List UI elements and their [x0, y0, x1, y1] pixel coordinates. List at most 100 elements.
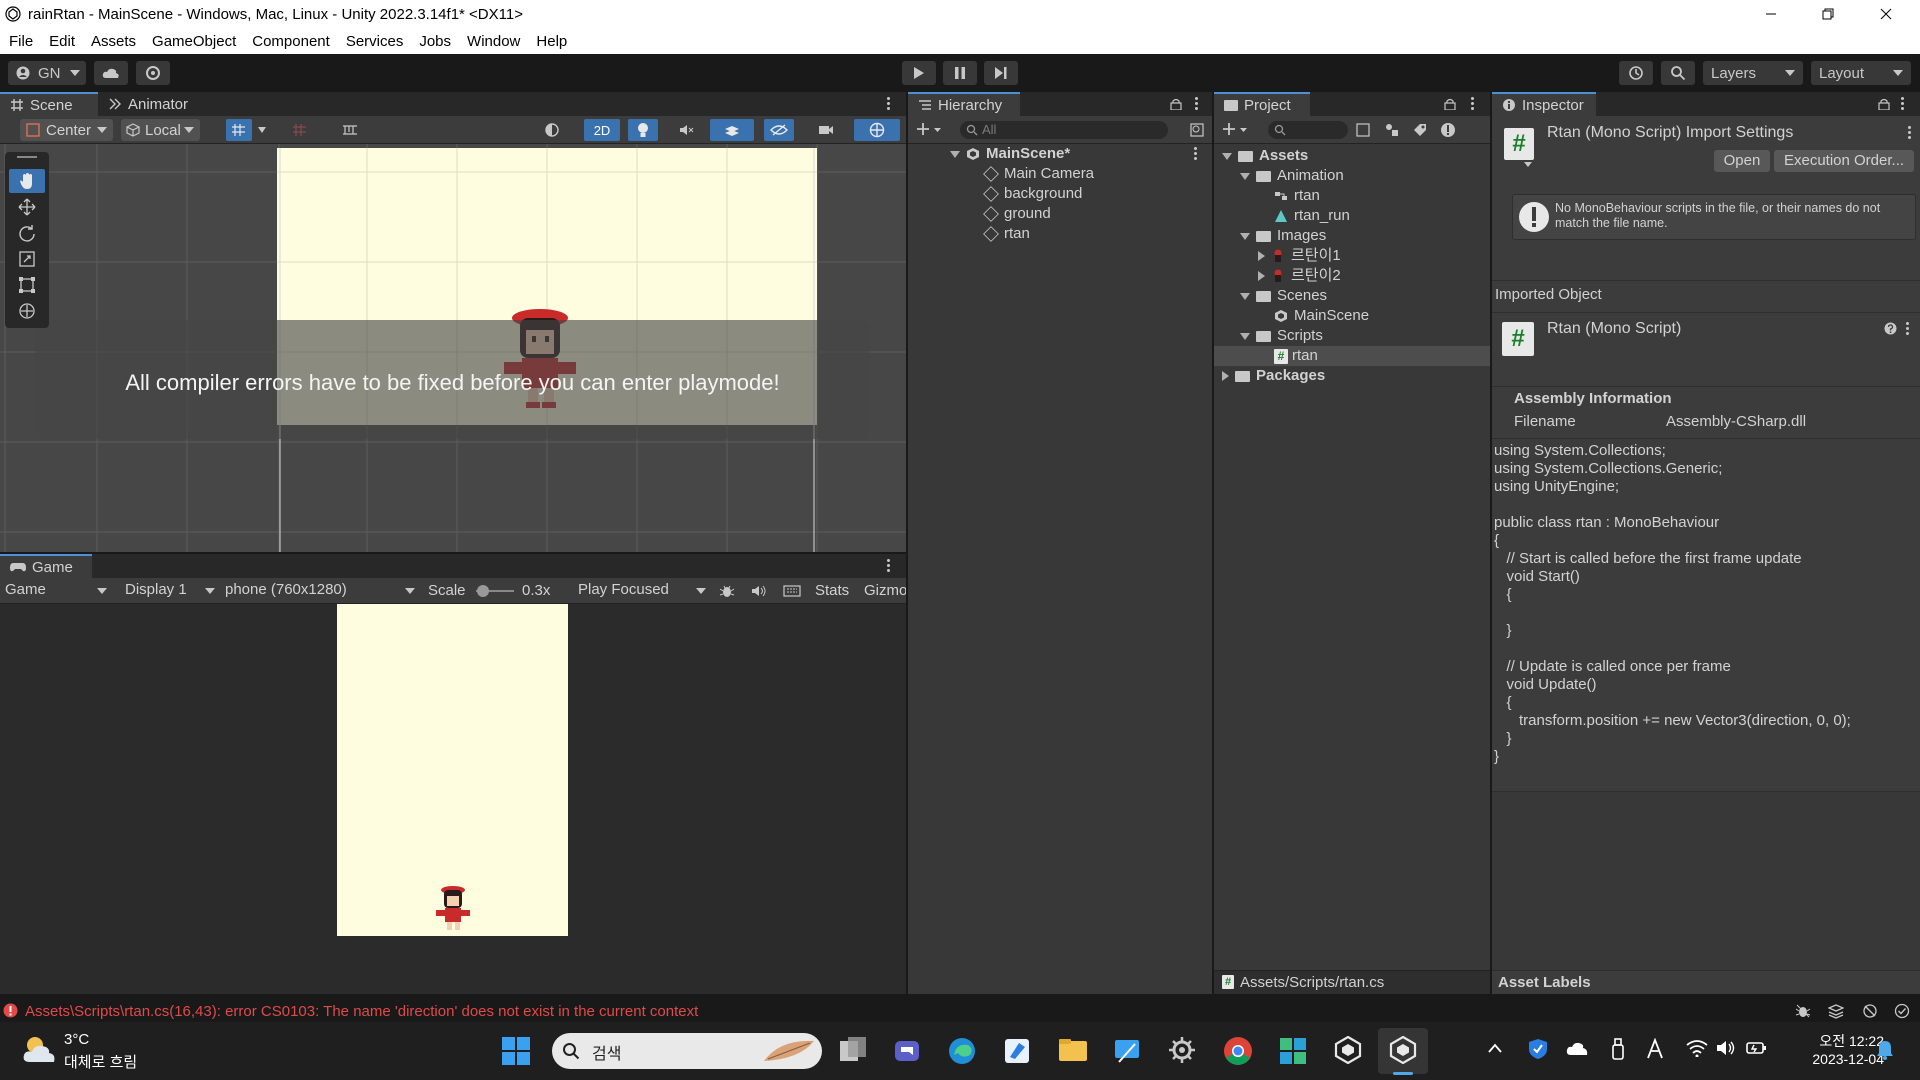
- scene-view[interactable]: All compiler errors have to be fixed bef…: [0, 144, 906, 552]
- debug-mode-icon[interactable]: [1795, 1003, 1811, 1019]
- project-folder-animation[interactable]: Animation: [1240, 166, 1344, 186]
- account-dropdown[interactable]: GN: [8, 61, 86, 85]
- inspector-more-icon[interactable]: [1901, 97, 1905, 111]
- project-more-icon[interactable]: [1471, 97, 1475, 111]
- project-search-input[interactable]: [1268, 121, 1348, 139]
- menu-services[interactable]: Services: [338, 33, 412, 50]
- windows-start-icon[interactable]: [502, 1037, 530, 1065]
- draw-mode-dropdown[interactable]: [532, 119, 572, 141]
- security-shield-icon[interactable]: [1528, 1038, 1548, 1060]
- lighting-button[interactable]: [628, 119, 658, 141]
- resolution-dropdown[interactable]: phone (760x1280): [225, 581, 415, 601]
- minimize-button[interactable]: [1743, 0, 1799, 28]
- menu-jobs[interactable]: Jobs: [411, 33, 459, 50]
- grid-snap-button[interactable]: [226, 119, 252, 141]
- project-folder-assets[interactable]: Assets: [1222, 146, 1308, 166]
- app-grid-icon[interactable]: [1278, 1036, 1308, 1066]
- create-asset-icon[interactable]: [1222, 122, 1248, 138]
- taskbar-time[interactable]: 오전 12:22: [1796, 1031, 1884, 1051]
- project-item-rtan-script[interactable]: # rtan: [1274, 346, 1318, 366]
- lock-icon[interactable]: [1878, 98, 1890, 110]
- menu-edit[interactable]: Edit: [41, 33, 83, 50]
- step-button[interactable]: [984, 61, 1018, 85]
- lock-icon[interactable]: [1444, 98, 1456, 110]
- cloud-button[interactable]: [94, 61, 128, 85]
- inspector-header-more-icon[interactable]: [1908, 126, 1912, 140]
- onedrive-cloud-icon[interactable]: [1566, 1040, 1588, 1056]
- scene-more-icon[interactable]: [887, 97, 891, 111]
- increment-snap-button[interactable]: [278, 119, 322, 141]
- stats-button[interactable]: Stats: [815, 582, 849, 599]
- warning-filter-icon[interactable]: [1440, 122, 1456, 138]
- hierarchy-item-main-camera[interactable]: Main Camera: [983, 164, 1094, 184]
- check-circle-icon[interactable]: [1894, 1003, 1910, 1019]
- wifi-icon[interactable]: [1686, 1039, 1708, 1057]
- transform-tool-button[interactable]: [9, 299, 45, 323]
- menu-help[interactable]: Help: [528, 33, 575, 50]
- project-folder-scenes[interactable]: Scenes: [1240, 286, 1327, 306]
- game-view[interactable]: [0, 604, 906, 994]
- unity-hub-icon[interactable]: [1334, 1036, 1362, 1064]
- file-explorer-icon[interactable]: [1058, 1037, 1088, 1063]
- paint-app-icon[interactable]: [1003, 1037, 1031, 1065]
- menu-gameobject[interactable]: GameObject: [144, 33, 244, 50]
- scene-visibility-button[interactable]: [764, 119, 794, 141]
- grid-snap-menu[interactable]: [253, 119, 271, 141]
- tab-scene[interactable]: Scene: [0, 92, 98, 116]
- taskbar-search-box[interactable]: 검색: [552, 1033, 822, 1069]
- search-scope-icon[interactable]: [1356, 123, 1372, 137]
- layout-dropdown[interactable]: Layout: [1811, 61, 1911, 85]
- taskbar-date[interactable]: 2023-12-04: [1786, 1051, 1884, 1067]
- project-item-rtan-run[interactable]: rtan_run: [1274, 206, 1350, 226]
- scene-row-more-icon[interactable]: [1194, 147, 1198, 161]
- scale-tool-button[interactable]: [9, 247, 45, 271]
- hand-tool-button[interactable]: [9, 169, 45, 193]
- project-folder-scripts[interactable]: Scripts: [1240, 326, 1323, 346]
- gizmos-button[interactable]: Gizmo: [864, 582, 907, 599]
- tab-game[interactable]: Game: [0, 554, 92, 578]
- chrome-browser-icon[interactable]: [1223, 1036, 1253, 1066]
- hierarchy-item-ground[interactable]: ground: [983, 204, 1051, 224]
- menu-assets[interactable]: Assets: [83, 33, 144, 50]
- game-more-icon[interactable]: [887, 559, 891, 573]
- project-item-mainscene[interactable]: MainScene: [1274, 306, 1369, 326]
- battery-plug-icon[interactable]: [1746, 1038, 1768, 1058]
- layers-dropdown[interactable]: Layers: [1703, 61, 1803, 85]
- play-button[interactable]: [902, 61, 936, 85]
- add-object-icon[interactable]: [916, 122, 942, 138]
- chevron-down-icon[interactable]: [1524, 162, 1532, 167]
- bug-icon[interactable]: [719, 583, 735, 599]
- gizmos-dropdown[interactable]: [854, 119, 900, 141]
- tab-hierarchy[interactable]: Hierarchy: [908, 92, 1020, 116]
- menu-component[interactable]: Component: [244, 33, 338, 50]
- collab-button[interactable]: [136, 61, 170, 85]
- volume-icon[interactable]: [1716, 1039, 1736, 1057]
- hierarchy-item-rtan[interactable]: rtan: [983, 224, 1030, 244]
- tab-project[interactable]: Project: [1214, 92, 1310, 116]
- project-item-image-1[interactable]: 르탄이1: [1258, 246, 1341, 266]
- network-off-icon[interactable]: [1862, 1003, 1878, 1019]
- hierarchy-more-icon[interactable]: [1195, 97, 1199, 111]
- rect-tool-button[interactable]: [9, 273, 45, 297]
- hierarchy-scene-row[interactable]: MainScene*: [950, 144, 1210, 164]
- settings-gear-icon[interactable]: [1168, 1036, 1196, 1064]
- search-button[interactable]: [1661, 61, 1695, 85]
- pivot-dropdown[interactable]: Center: [20, 119, 113, 141]
- help-icon[interactable]: [1884, 322, 1897, 335]
- restore-button[interactable]: [1800, 0, 1856, 28]
- menu-window[interactable]: Window: [459, 33, 528, 50]
- scene-search-icon[interactable]: [1190, 123, 1204, 137]
- camera-dropdown[interactable]: [806, 119, 846, 141]
- project-folder-images[interactable]: Images: [1240, 226, 1326, 246]
- project-item-image-2[interactable]: 르탄이2: [1258, 266, 1341, 286]
- toggle-2d-button[interactable]: 2D: [584, 119, 620, 141]
- tab-animator[interactable]: Animator: [98, 92, 208, 116]
- keyboard-icon[interactable]: [783, 584, 801, 598]
- chevron-up-icon[interactable]: [1488, 1043, 1502, 1053]
- scale-slider-thumb[interactable]: [477, 585, 489, 597]
- open-button[interactable]: Open: [1714, 150, 1770, 172]
- filter-type-icon[interactable]: [1384, 122, 1400, 138]
- hierarchy-item-background[interactable]: background: [983, 184, 1082, 204]
- task-view-icon[interactable]: [838, 1037, 868, 1065]
- audio-button[interactable]: [672, 119, 702, 141]
